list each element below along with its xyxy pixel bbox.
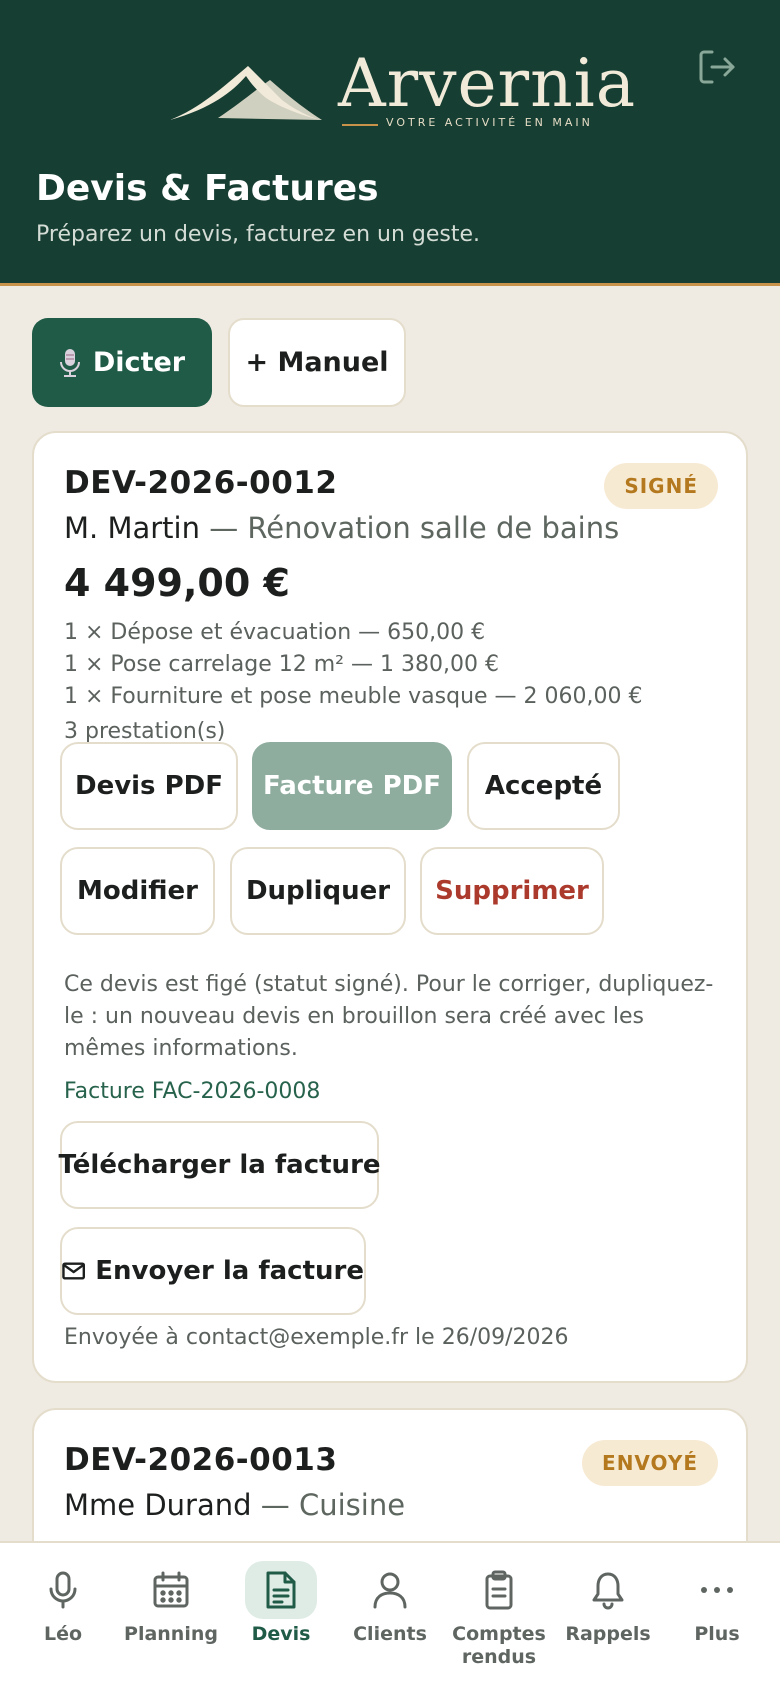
brand-tagline: VOTRE ACTIVITÉ EN MAIN bbox=[386, 116, 593, 129]
nav-item-devis[interactable]: Devis bbox=[227, 1543, 335, 1688]
client-separator: — bbox=[199, 511, 248, 545]
nav-label: Planning bbox=[124, 1623, 218, 1645]
clipboard-icon bbox=[463, 1561, 535, 1619]
brand-name: Arvernia bbox=[338, 45, 637, 122]
nav-item-comptes-rendus[interactable]: Comptes rendus bbox=[445, 1543, 553, 1688]
client-separator: — bbox=[251, 1488, 299, 1522]
bottom-nav: Léo Planning Devis Clients Comptes rendu… bbox=[0, 1541, 780, 1688]
frozen-note: Ce devis est figé (statut signé). Pour l… bbox=[64, 972, 714, 1061]
dicter-button[interactable]: Dicter bbox=[32, 318, 212, 407]
nav-label: Clients bbox=[353, 1623, 427, 1645]
client-name: M. Martin bbox=[64, 511, 200, 545]
quote-client: M. Martin — Rénovation salle de bains bbox=[64, 511, 619, 545]
nav-label: Rappels bbox=[565, 1623, 651, 1645]
nav-item-planning[interactable]: Planning bbox=[117, 1543, 225, 1688]
bell-icon bbox=[572, 1561, 644, 1619]
manuel-button[interactable]: + Manuel bbox=[228, 318, 406, 407]
nav-label: Comptes rendus bbox=[452, 1623, 546, 1668]
calendar-icon bbox=[135, 1561, 207, 1619]
download-invoice-button[interactable]: Télécharger la facture bbox=[58, 1121, 381, 1209]
user-icon bbox=[354, 1561, 426, 1619]
quote-line: 1 × Pose carrelage 12 m² — 1 380,00 € bbox=[64, 652, 499, 677]
dicter-label: Dicter bbox=[92, 347, 186, 378]
nav-label: Plus bbox=[694, 1623, 740, 1645]
nav-item-clients[interactable]: Clients bbox=[336, 1543, 444, 1688]
mountain-logo-icon bbox=[170, 66, 322, 120]
more-icon bbox=[681, 1561, 753, 1619]
dupliquer-button[interactable]: Dupliquer bbox=[230, 847, 406, 935]
project-name: Rénovation salle de bains bbox=[247, 511, 620, 545]
document-icon bbox=[245, 1561, 317, 1619]
brand-divider bbox=[342, 124, 378, 126]
project-name: Cuisine bbox=[298, 1488, 406, 1522]
quote-lines: 1 × Dépose et évacuation — 650,00 € 1 × … bbox=[64, 617, 643, 713]
nav-item-leo[interactable]: Léo bbox=[9, 1543, 117, 1688]
nav-label: Devis bbox=[251, 1623, 311, 1645]
quote-card: DEV-2026-0012 SIGNÉ M. Martin — Rénovati… bbox=[32, 431, 748, 1383]
sent-info: Envoyée à contact@exemple.fr le 26/09/20… bbox=[64, 1325, 569, 1350]
quote-ref: DEV-2026-0013 bbox=[64, 1442, 338, 1478]
devis-pdf-button[interactable]: Devis PDF bbox=[60, 742, 238, 830]
client-name: Mme Durand bbox=[64, 1488, 252, 1522]
microphone-icon bbox=[59, 348, 80, 377]
logout-icon[interactable] bbox=[696, 46, 738, 88]
quote-client: Mme Durand — Cuisine bbox=[64, 1488, 405, 1522]
send-invoice-button[interactable]: Envoyer la facture bbox=[60, 1227, 366, 1315]
quote-ref: DEV-2026-0012 bbox=[64, 465, 338, 501]
page-title: Devis & Factures bbox=[36, 168, 379, 209]
supprimer-button[interactable]: Supprimer bbox=[420, 847, 604, 935]
status-badge: SIGNÉ bbox=[604, 463, 718, 509]
app-header: Arvernia VOTRE ACTIVITÉ EN MAIN Devis & … bbox=[0, 0, 780, 286]
quote-line: 1 × Fourniture et pose meuble vasque — 2… bbox=[64, 684, 643, 709]
nav-item-plus[interactable]: Plus bbox=[663, 1543, 771, 1688]
nav-label: Léo bbox=[43, 1623, 83, 1645]
modifier-button[interactable]: Modifier bbox=[60, 847, 215, 935]
quote-amount: 4 499,00 € bbox=[64, 561, 290, 605]
nav-item-rappels[interactable]: Rappels bbox=[554, 1543, 662, 1688]
status-badge: ENVOYÉ bbox=[582, 1440, 718, 1486]
prestation-count: 3 prestation(s) bbox=[64, 719, 226, 744]
accepte-button[interactable]: Accepté bbox=[467, 742, 620, 830]
facture-pdf-button[interactable]: Facture PDF bbox=[252, 742, 452, 830]
send-invoice-label: Envoyer la facture bbox=[95, 1256, 364, 1286]
invoice-ref: Facture FAC-2026-0008 bbox=[64, 1079, 321, 1104]
microphone-icon bbox=[27, 1561, 99, 1619]
mail-icon bbox=[62, 1262, 86, 1280]
brand-logo: Arvernia VOTRE ACTIVITÉ EN MAIN bbox=[170, 48, 635, 138]
page-subtitle: Préparez un devis, facturez en un geste. bbox=[36, 222, 481, 247]
quote-line: 1 × Dépose et évacuation — 650,00 € bbox=[64, 620, 486, 645]
